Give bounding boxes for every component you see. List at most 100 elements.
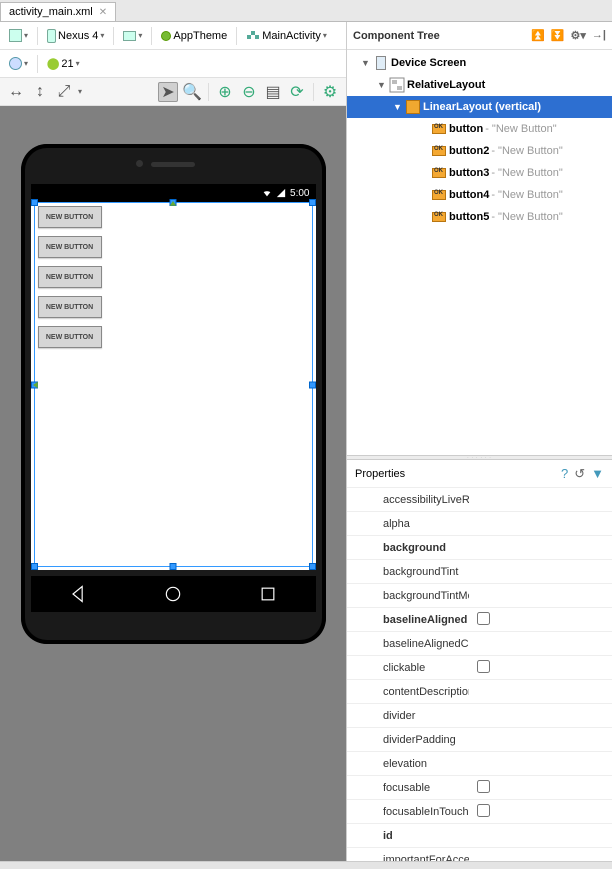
sel-handle[interactable]: [309, 563, 316, 570]
expand-height-icon[interactable]: ↕: [30, 82, 50, 102]
prop-checkbox[interactable]: [477, 612, 490, 625]
layers-icon[interactable]: ▤: [263, 82, 283, 102]
prop-row-background[interactable]: background: [347, 536, 612, 560]
linear-layout-icon: [405, 99, 421, 115]
sel-handle[interactable]: [170, 563, 177, 570]
tree-row-relativelayout[interactable]: ▼ RelativeLayout: [347, 74, 612, 96]
mock-button[interactable]: NEW BUTTON: [38, 266, 102, 288]
tree-row-device-screen[interactable]: ▼Device Screen: [347, 52, 612, 74]
sel-handle[interactable]: [31, 199, 38, 206]
wifi-icon: [262, 188, 272, 198]
zoom-fit-icon[interactable]: 🔍: [182, 82, 202, 102]
refresh-icon[interactable]: ⟳: [287, 82, 307, 102]
mock-button[interactable]: NEW BUTTON: [38, 326, 102, 348]
tree-label: button3: [449, 167, 489, 179]
prop-name: clickable: [347, 662, 469, 674]
zoom-out-icon[interactable]: ⊖: [239, 82, 259, 102]
prop-value[interactable]: [469, 660, 612, 676]
prop-checkbox[interactable]: [477, 660, 490, 673]
prop-checkbox[interactable]: [477, 804, 490, 817]
gear-icon[interactable]: ⚙: [320, 82, 340, 102]
phone-screen[interactable]: 5:00 NEW BUTTO: [31, 184, 316, 570]
status-time: 5:00: [290, 188, 309, 199]
collapse-tree-icon[interactable]: ⏬: [551, 29, 565, 42]
recent-icon[interactable]: [258, 584, 278, 604]
prop-row-alpha[interactable]: alpha: [347, 512, 612, 536]
hide-panel-icon[interactable]: →|: [592, 29, 606, 42]
prop-name: id: [347, 830, 469, 842]
component-tree[interactable]: ▼Device Screen▼RelativeLayout▼LinearLayo…: [347, 50, 612, 455]
prop-row-elevation[interactable]: elevation: [347, 752, 612, 776]
tab-bar: activity_main.xml ✕: [0, 0, 612, 22]
prop-row-baselineAlignedChi[interactable]: baselineAlignedChi: [347, 632, 612, 656]
tree-row-button4[interactable]: button4 - "New Button": [347, 184, 612, 206]
expand-both-icon[interactable]: ⤢: [54, 82, 74, 102]
button-widget-icon: [431, 121, 447, 137]
expand-tree-icon[interactable]: ⏫: [531, 29, 545, 42]
close-icon[interactable]: ✕: [99, 7, 107, 18]
home-icon[interactable]: [163, 584, 183, 604]
sel-handle[interactable]: [309, 199, 316, 206]
prop-name: baselineAlignedChi: [347, 638, 469, 650]
tree-row-button[interactable]: button - "New Button": [347, 118, 612, 140]
button-widget-icon: [431, 187, 447, 203]
theme-label: AppTheme: [173, 30, 227, 42]
button-widget-icon: [431, 143, 447, 159]
caret-icon[interactable]: ▼: [377, 80, 387, 90]
mock-button[interactable]: NEW BUTTON: [38, 236, 102, 258]
prop-row-divider[interactable]: divider: [347, 704, 612, 728]
orientation-button[interactable]: ▾: [118, 28, 147, 44]
palette-button[interactable]: ▾: [4, 26, 33, 45]
prop-row-backgroundTint[interactable]: backgroundTint: [347, 560, 612, 584]
tree-label: button5: [449, 211, 489, 223]
back-icon[interactable]: [68, 584, 88, 604]
caret-icon[interactable]: ▼: [361, 58, 371, 68]
help-icon[interactable]: ?: [561, 466, 568, 482]
theme-selector[interactable]: AppTheme: [156, 27, 232, 45]
prop-value[interactable]: [469, 780, 612, 796]
prop-name: dividerPadding: [347, 734, 469, 746]
properties-table[interactable]: accessibilityLiveRegalphabackgroundbackg…: [347, 488, 612, 861]
expand-width-icon[interactable]: ↔: [6, 82, 26, 102]
prop-row-accessibilityLiveReg[interactable]: accessibilityLiveReg: [347, 488, 612, 512]
caret-icon[interactable]: ▼: [393, 102, 403, 112]
api-selector[interactable]: ⬤21▾: [42, 54, 85, 73]
sel-handle[interactable]: [31, 563, 38, 570]
prop-value[interactable]: [469, 612, 612, 628]
pointer-tool[interactable]: ➤: [158, 82, 178, 102]
expand-dd[interactable]: ▾: [78, 87, 82, 96]
prop-row-baselineAligned[interactable]: baselineAligned: [347, 608, 612, 632]
mock-button[interactable]: NEW BUTTON: [38, 206, 102, 228]
gear-icon[interactable]: ⚙▾: [571, 29, 586, 42]
tree-row-linearlayout-vertical-[interactable]: ▼LinearLayout (vertical): [347, 96, 612, 118]
prop-checkbox[interactable]: [477, 780, 490, 793]
prop-row-dividerPadding[interactable]: dividerPadding: [347, 728, 612, 752]
filter-icon[interactable]: ▼: [591, 466, 604, 482]
prop-row-focusableInTouchM[interactable]: focusableInTouchM: [347, 800, 612, 824]
signal-icon: [276, 188, 286, 198]
tree-row-button3[interactable]: button3 - "New Button": [347, 162, 612, 184]
prop-row-focusable[interactable]: focusable: [347, 776, 612, 800]
prop-name: contentDescription: [347, 686, 469, 698]
tree-label: RelativeLayout: [407, 79, 485, 91]
prop-row-backgroundTintMo[interactable]: backgroundTintMo: [347, 584, 612, 608]
prop-row-contentDescription[interactable]: contentDescription: [347, 680, 612, 704]
prop-name: backgroundTintMo: [347, 590, 469, 602]
prop-value[interactable]: [469, 804, 612, 820]
device-selector[interactable]: Nexus 4▾: [42, 26, 109, 46]
sel-handle[interactable]: [309, 381, 316, 388]
device-icon: [373, 55, 389, 71]
activity-selector[interactable]: MainActivity▾: [241, 26, 332, 46]
prop-row-clickable[interactable]: clickable: [347, 656, 612, 680]
panel-title: Component Tree: [353, 30, 440, 42]
design-canvas[interactable]: 5:00 NEW BUTTO: [0, 106, 346, 861]
prop-row-id[interactable]: id: [347, 824, 612, 848]
zoom-in-icon[interactable]: ⊕: [215, 82, 235, 102]
undo-icon[interactable]: ↺: [574, 466, 585, 482]
file-tab[interactable]: activity_main.xml ✕: [0, 2, 116, 21]
mock-button[interactable]: NEW BUTTON: [38, 296, 102, 318]
tree-row-button5[interactable]: button5 - "New Button": [347, 206, 612, 228]
tree-row-button2[interactable]: button2 - "New Button": [347, 140, 612, 162]
prop-row-importantForAccess[interactable]: importantForAccess: [347, 848, 612, 861]
locale-selector[interactable]: ▾: [4, 54, 33, 73]
